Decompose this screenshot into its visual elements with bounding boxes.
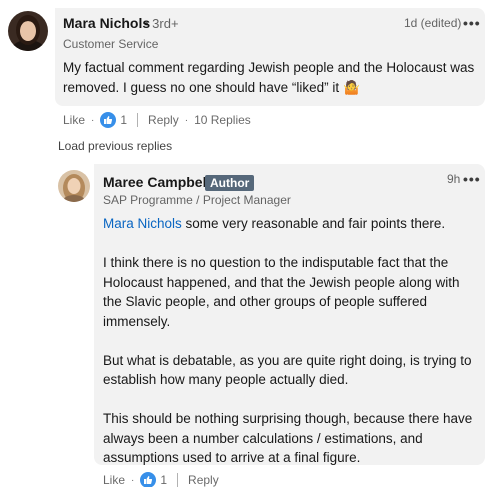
avatar-mara-nichols[interactable] [8, 11, 48, 51]
reply-like-count[interactable]: 1 [160, 473, 167, 487]
reply-author-name[interactable]: Maree Campbell [103, 174, 210, 190]
connection-degree: • 3rd+ [144, 16, 179, 31]
comment-text: My factual comment regarding Jewish peop… [63, 58, 479, 97]
reply-paragraph-3: But what is debatable, as you are quite … [103, 352, 472, 388]
action-divider [177, 473, 179, 487]
reply-paragraph-2: I think there is no question to the indi… [103, 255, 460, 329]
comment-text-line-2: removed. I guess no one should have “lik… [63, 79, 360, 95]
reply-text: Mara Nichols some very reasonable and fa… [103, 214, 475, 468]
comment-like-count[interactable]: 1 [120, 113, 127, 127]
comment-author-name[interactable]: Mara Nichols [63, 15, 150, 31]
comment-actions: Like · 1 Reply · 10 Replies [63, 112, 251, 128]
mention-mara-nichols[interactable]: Mara Nichols [103, 216, 182, 231]
comment-reply-button[interactable]: Reply [148, 113, 179, 127]
separator-dot: · [131, 474, 135, 486]
like-reaction-icon[interactable] [100, 112, 117, 128]
reply-like-button[interactable]: Like [103, 473, 125, 487]
comment-like-button[interactable]: Like [63, 113, 85, 127]
shrug-emoji-icon: 🤷 [342, 79, 360, 95]
ellipsis-icon: ••• [463, 171, 481, 187]
action-divider [137, 113, 139, 127]
reply-author-headline: SAP Programme / Project Manager [103, 193, 291, 207]
separator-dot: · [184, 114, 189, 126]
comment-text-line-1: My factual comment regarding Jewish peop… [63, 60, 475, 75]
comment-replies-link[interactable]: 10 Replies [194, 113, 251, 127]
like-reaction-icon[interactable] [140, 472, 157, 487]
reply-reply-button[interactable]: Reply [188, 473, 219, 487]
load-previous-replies-button[interactable]: Load previous replies [58, 139, 172, 153]
reply-timestamp: 9h [447, 172, 461, 186]
reply-paragraph-4: This should be nothing surprising though… [103, 411, 473, 465]
separator-dot: · [91, 114, 95, 126]
comment-author-headline: Customer Service [63, 37, 159, 51]
comment-timestamp: 1d (edited) [404, 16, 462, 30]
ellipsis-icon: ••• [463, 15, 481, 31]
reply-paragraph-1: Mara Nichols some very reasonable and fa… [103, 216, 446, 231]
comment-more-options[interactable]: ••• [463, 15, 481, 31]
reply-actions: Like · 1 Reply [103, 472, 219, 487]
reply-more-options[interactable]: ••• [463, 171, 481, 187]
author-badge: Author [205, 175, 255, 191]
avatar-maree-campbell[interactable] [58, 170, 90, 202]
